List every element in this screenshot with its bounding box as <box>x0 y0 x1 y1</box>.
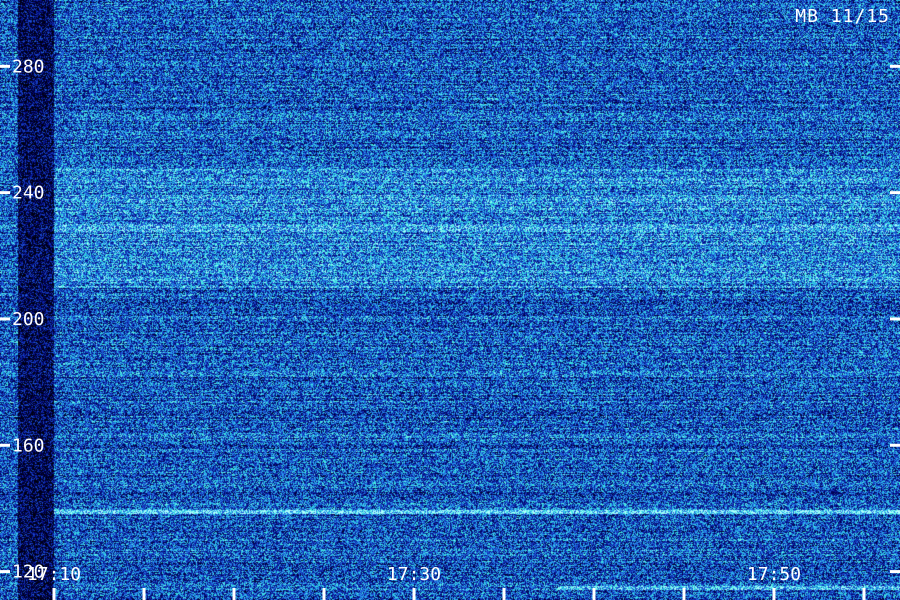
y-tick-label: 160 <box>12 435 45 456</box>
x-tick-label: 17:30 <box>387 564 441 585</box>
y-axis-left: 120160200240280 <box>0 56 45 583</box>
station-label: MB 11/15 <box>795 6 890 27</box>
x-axis: 17:10 17:30 17:50 <box>27 564 866 600</box>
y-axis-right <box>890 64 900 574</box>
y-tick-label: 200 <box>12 309 45 330</box>
x-tick-label: 17:50 <box>747 564 801 585</box>
x-tick-label: 17:10 <box>27 564 81 585</box>
axes-overlay: 120160200240280 17:10 17:30 17:50 <box>0 56 900 600</box>
y-tick-label: 280 <box>12 56 45 77</box>
y-tick-label: 240 <box>12 183 45 204</box>
